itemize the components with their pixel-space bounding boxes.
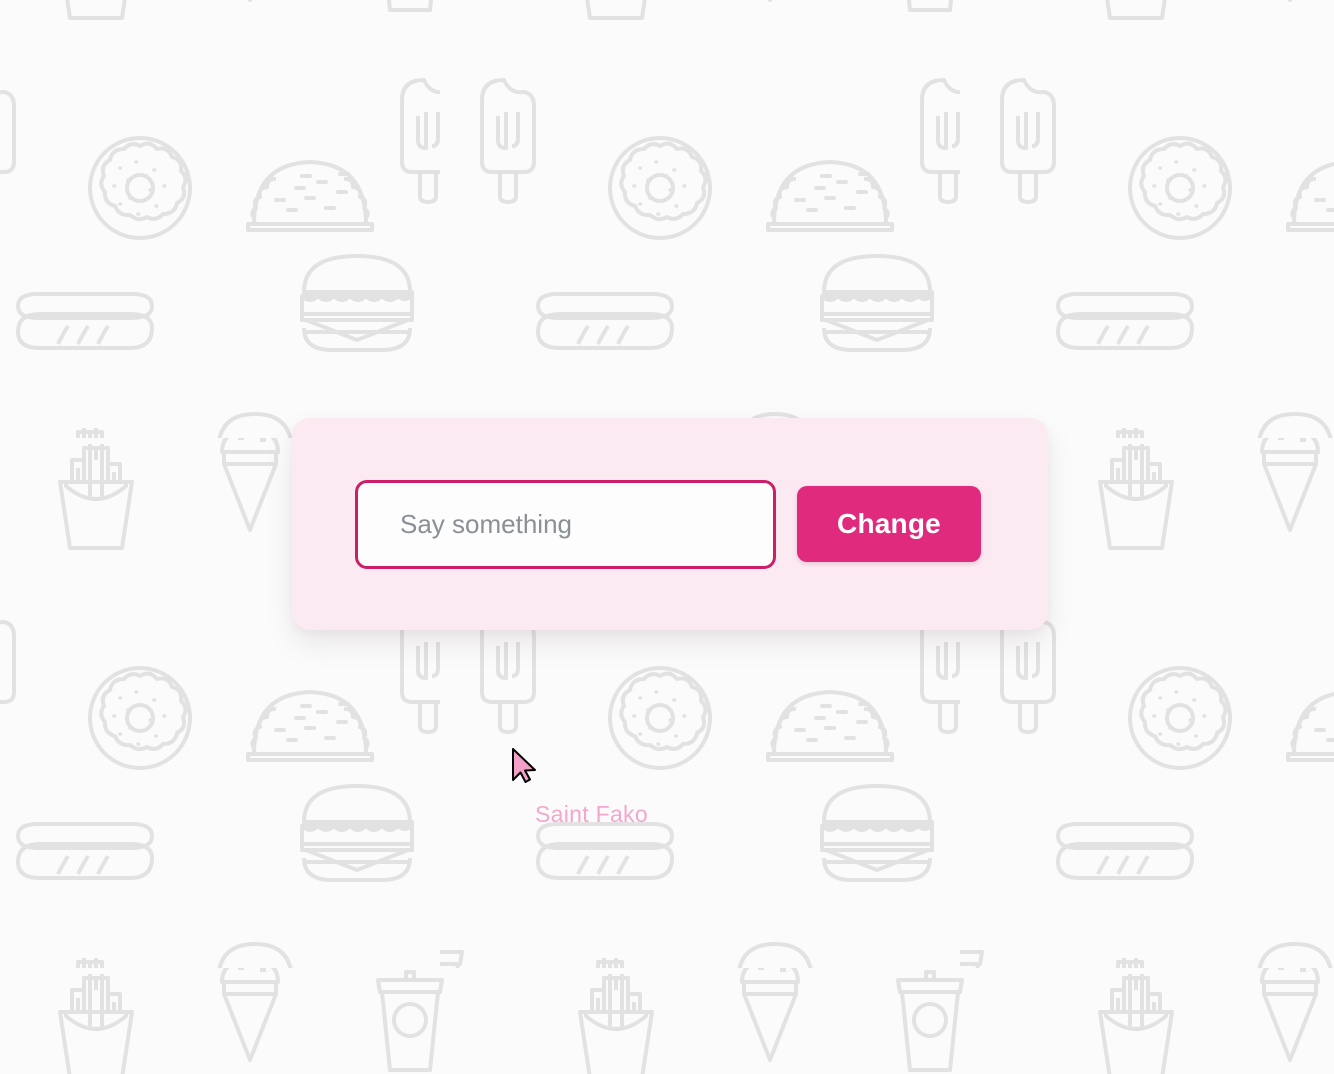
change-button[interactable]: Change (797, 486, 981, 562)
say-something-input[interactable] (355, 479, 776, 569)
change-name-card: Change (292, 418, 1048, 630)
brand-label: Saint Fako (535, 801, 648, 827)
change-name-form: Change (355, 479, 981, 569)
mouse-cursor-icon (512, 748, 536, 783)
